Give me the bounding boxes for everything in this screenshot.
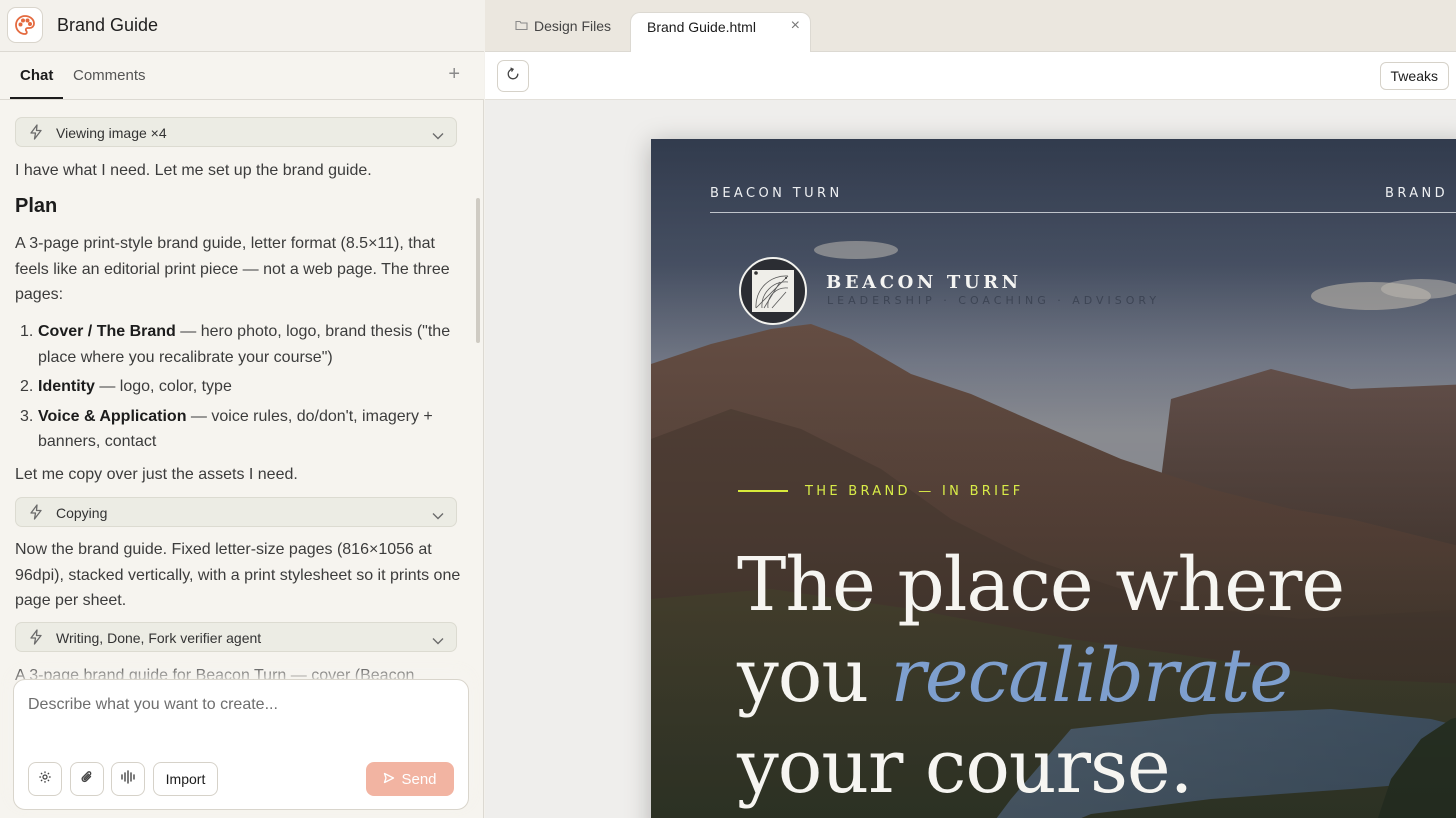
list-item: 1. Cover / The Brand — hero photo, logo,… <box>20 323 451 366</box>
reload-icon <box>506 67 520 86</box>
plan-heading-block: Plan <box>15 194 465 220</box>
page-header-section: BRAND <box>1385 186 1449 201</box>
tool-call-copying[interactable]: Copying <box>15 497 457 527</box>
headline-line: The place where <box>737 542 1345 628</box>
brand-guide-cover-page: BEACON TURN BRAND BEACON TURN LEADERSHIP… <box>651 139 1456 818</box>
brand-thesis-headline: The place where you recalibrate your cou… <box>737 540 1345 813</box>
plan-description: A 3-page print-style brand guide, letter… <box>15 235 450 303</box>
send-label: Send <box>401 770 437 788</box>
import-button[interactable]: Import <box>153 762 218 796</box>
chat-tabs: Chat Comments + <box>0 52 484 100</box>
plan-item-title: Identity <box>38 378 95 395</box>
preview-panel: Design Files Brand Guide.html × Tweaks B… <box>485 0 1456 818</box>
headline-line: you recalibrate <box>737 633 1293 719</box>
attach-button[interactable] <box>70 762 104 796</box>
tab-label: Brand Guide.html <box>647 19 756 35</box>
page-header-brand: BEACON TURN <box>710 186 843 201</box>
list-item: 2. Identity — logo, color, type <box>20 378 232 395</box>
assistant-message-intro: I have what I need. Let me set up the br… <box>15 162 372 179</box>
send-icon <box>383 771 395 788</box>
eyebrow-rule <box>738 490 788 492</box>
list-item: 3. Voice & Application — voice rules, do… <box>20 407 433 451</box>
plan-item-title: Cover / The Brand <box>38 323 176 340</box>
tool-call-label: Copying <box>56 505 108 521</box>
preview-canvas[interactable]: BEACON TURN BRAND BEACON TURN LEADERSHIP… <box>485 100 1456 818</box>
reload-button[interactable] <box>497 60 529 92</box>
assistant-message-pages: Now the brand guide. Fixed letter-size p… <box>15 541 461 609</box>
voice-button[interactable] <box>111 762 145 796</box>
chevron-down-icon <box>432 127 444 143</box>
tool-call-writing[interactable]: Writing, Done, Fork verifier agent <box>15 622 457 652</box>
gear-icon <box>38 770 52 789</box>
chevron-down-icon <box>432 507 444 523</box>
plan-item-title: Voice & Application <box>38 407 187 425</box>
tool-call-label: Writing, Done, Fork verifier agent <box>56 630 262 646</box>
close-icon[interactable]: × <box>791 17 800 35</box>
waveform-icon <box>120 769 136 789</box>
headline-line: your course. <box>737 724 1193 810</box>
plan-list: 1. Cover / The Brand — hero photo, logo,… <box>15 319 465 459</box>
beacon-turn-logo-icon <box>738 256 808 326</box>
header-rule <box>710 212 1456 213</box>
bolt-icon <box>29 629 43 648</box>
logo-tagline: LEADERSHIP · COACHING · ADVISORY <box>827 294 1161 307</box>
preview-toolbar: Tweaks <box>485 52 1456 100</box>
tab-design-files[interactable]: Design Files <box>515 12 611 52</box>
tab-brand-guide-html[interactable]: Brand Guide.html × <box>630 12 811 52</box>
file-tabs: Design Files Brand Guide.html × <box>485 0 1456 52</box>
settings-button[interactable] <box>28 762 62 796</box>
tab-comments[interactable]: Comments <box>73 67 146 84</box>
add-tab-button[interactable]: + <box>448 64 460 84</box>
paperclip-icon <box>80 769 94 790</box>
send-button[interactable]: Send <box>366 762 454 796</box>
bolt-icon <box>29 504 43 523</box>
prompt-input[interactable] <box>28 696 448 714</box>
folder-icon <box>515 18 528 34</box>
headline-accent-word: recalibrate <box>890 633 1293 719</box>
tab-label: Design Files <box>534 18 612 34</box>
chat-transcript[interactable]: Viewing image ×4 I have what I need. Let… <box>0 101 476 681</box>
app-title: Brand Guide <box>57 15 159 35</box>
assistant-message-copy: Let me copy over just the assets I need. <box>15 466 298 483</box>
chat-scrollbar[interactable] <box>476 198 480 343</box>
tool-call-label: Viewing image ×4 <box>56 125 167 141</box>
chevron-down-icon <box>432 632 444 648</box>
tweaks-button[interactable]: Tweaks <box>1379 62 1449 90</box>
app-titlebar: Brand Guide <box>0 0 484 52</box>
tool-call-viewing-image[interactable]: Viewing image ×4 <box>15 117 457 147</box>
chat-panel: Brand Guide Chat Comments + Viewing imag… <box>0 0 484 818</box>
logo-wordmark: BEACON TURN <box>826 272 1022 293</box>
palette-icon[interactable] <box>7 7 43 43</box>
section-eyebrow: THE BRAND — IN BRIEF <box>805 484 1024 499</box>
plan-heading: Plan <box>15 195 58 217</box>
active-tab-indicator <box>10 97 63 99</box>
bolt-icon <box>29 124 43 143</box>
tab-chat[interactable]: Chat <box>20 67 53 84</box>
plan-item-desc: — logo, color, type <box>94 378 232 395</box>
message-composer: Import Send <box>13 679 469 810</box>
